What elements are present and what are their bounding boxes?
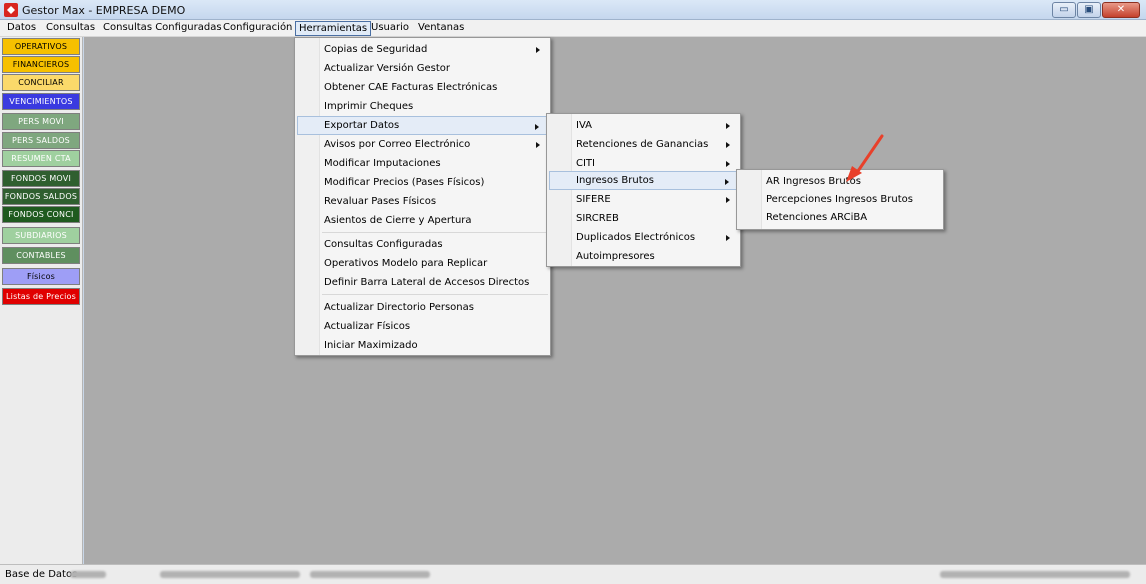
- menu-item-ingresos-brutos[interactable]: Ingresos Brutos: [549, 171, 738, 190]
- sidebar-resumen-cta[interactable]: RESUMEN CTA: [2, 150, 80, 167]
- window-controls: ▭ ▣ ✕: [1052, 2, 1140, 18]
- menu-item-retenciones-arciba[interactable]: Retenciones ARCiBA: [739, 208, 941, 227]
- title-bar: Gestor Max - EMPRESA DEMO ▭ ▣ ✕: [0, 0, 1146, 20]
- menu-item-asientos-cierre[interactable]: Asientos de Cierre y Apertura: [297, 211, 548, 230]
- menu-item-autoimpresores[interactable]: Autoimpresores: [549, 247, 738, 266]
- menu-configuracion[interactable]: Configuración: [220, 21, 295, 36]
- menu-herramientas[interactable]: Herramientas: [295, 21, 372, 36]
- status-database-label: Base de Datos: [5, 569, 78, 580]
- menu-item-actualizar-fisicos[interactable]: Actualizar Físicos: [297, 317, 548, 336]
- sidebar-fondos-conci[interactable]: FONDOS CONCI: [2, 206, 80, 223]
- shortcut-sidebar: OPERATIVOS FINANCIEROS CONCILIAR VENCIMI…: [0, 37, 83, 564]
- herramientas-dropdown: Copias de Seguridad Actualizar Versión G…: [294, 37, 551, 356]
- sidebar-contables[interactable]: CONTABLES: [2, 247, 80, 264]
- sidebar-fondos-movi[interactable]: FONDOS MOVI: [2, 170, 80, 187]
- app-logo-icon: [4, 3, 18, 17]
- menu-item-definir-barra-lateral[interactable]: Definir Barra Lateral de Accesos Directo…: [297, 273, 548, 292]
- submenu-arrow-icon: [726, 197, 730, 203]
- menu-item-consultas-configuradas[interactable]: Consultas Configuradas: [297, 235, 548, 254]
- menu-item-actualizar-directorio[interactable]: Actualizar Directorio Personas: [297, 298, 548, 317]
- menu-ventanas[interactable]: Ventanas: [415, 21, 467, 36]
- sidebar-fisicos[interactable]: Físicos: [2, 268, 80, 285]
- sidebar-financieros[interactable]: FINANCIEROS: [2, 56, 80, 73]
- menu-item-sircreb[interactable]: SIRCREB: [549, 209, 738, 228]
- menu-item-copias-de-seguridad[interactable]: Copias de Seguridad: [297, 40, 548, 59]
- menu-item-retenciones-ganancias[interactable]: Retenciones de Ganancias: [549, 135, 738, 154]
- exportar-datos-submenu: IVA Retenciones de Ganancias CITI Ingres…: [546, 113, 741, 267]
- menu-item-duplicados-electronicos[interactable]: Duplicados Electrónicos: [549, 228, 738, 247]
- menu-item-sifere[interactable]: SIFERE: [549, 190, 738, 209]
- annotation-arrow-icon: [846, 134, 884, 182]
- sidebar-subdiarios[interactable]: SUBDIARIOS: [2, 227, 80, 244]
- maximize-button[interactable]: ▣: [1077, 2, 1101, 18]
- submenu-arrow-icon: [726, 161, 730, 167]
- menu-item-iva[interactable]: IVA: [549, 116, 738, 135]
- status-bar: Base de Datos: [0, 564, 1146, 584]
- redacted-text: [940, 571, 1130, 578]
- menu-item-actualizar-version[interactable]: Actualizar Versión Gestor: [297, 59, 548, 78]
- menu-consultas-configuradas[interactable]: Consultas Configuradas: [100, 21, 225, 36]
- close-button[interactable]: ✕: [1102, 2, 1140, 18]
- menu-item-percepciones-ingresos-brutos[interactable]: Percepciones Ingresos Brutos: [739, 190, 941, 209]
- menu-separator: [322, 232, 548, 233]
- submenu-arrow-icon: [725, 179, 729, 185]
- menu-item-operativos-modelo[interactable]: Operativos Modelo para Replicar: [297, 254, 548, 273]
- menu-datos[interactable]: Datos: [4, 21, 39, 36]
- annotation-arrow-shaft: [854, 134, 884, 176]
- minimize-button[interactable]: ▭: [1052, 2, 1076, 18]
- redacted-text: [70, 571, 106, 578]
- menu-item-revaluar-pases[interactable]: Revaluar Pases Físicos: [297, 192, 548, 211]
- menu-item-imprimir-cheques[interactable]: Imprimir Cheques: [297, 97, 548, 116]
- sidebar-fondos-saldos[interactable]: FONDOS SALDOS: [2, 188, 80, 205]
- menu-item-iniciar-maximizado[interactable]: Iniciar Maximizado: [297, 336, 548, 355]
- submenu-arrow-icon: [536, 142, 540, 148]
- menu-item-avisos-correo[interactable]: Avisos por Correo Electrónico: [297, 135, 548, 154]
- sidebar-pers-saldos[interactable]: PERS SALDOS: [2, 132, 80, 149]
- menu-item-modificar-imputaciones[interactable]: Modificar Imputaciones: [297, 154, 548, 173]
- sidebar-vencimientos[interactable]: VENCIMIENTOS: [2, 93, 80, 110]
- menu-consultas[interactable]: Consultas: [43, 21, 98, 36]
- submenu-arrow-icon: [726, 123, 730, 129]
- menu-separator: [322, 294, 548, 295]
- submenu-arrow-icon: [726, 142, 730, 148]
- submenu-arrow-icon: [535, 124, 539, 130]
- menu-item-exportar-datos[interactable]: Exportar Datos: [297, 116, 548, 135]
- menu-item-obtener-cae[interactable]: Obtener CAE Facturas Electrónicas: [297, 78, 548, 97]
- menu-usuario[interactable]: Usuario: [368, 21, 412, 36]
- sidebar-pers-movi[interactable]: PERS MOVI: [2, 113, 80, 130]
- submenu-arrow-icon: [536, 47, 540, 53]
- sidebar-listas-de-precios[interactable]: Listas de Precios: [2, 288, 80, 305]
- redacted-text: [310, 571, 430, 578]
- sidebar-conciliar[interactable]: CONCILIAR: [2, 74, 80, 91]
- menu-item-modificar-precios[interactable]: Modificar Precios (Pases Físicos): [297, 173, 548, 192]
- sidebar-operativos[interactable]: OPERATIVOS: [2, 38, 80, 55]
- menu-bar: Datos Consultas Consultas Configuradas C…: [0, 20, 1146, 37]
- submenu-arrow-icon: [726, 235, 730, 241]
- redacted-text: [160, 571, 300, 578]
- window-title: Gestor Max - EMPRESA DEMO: [22, 4, 186, 17]
